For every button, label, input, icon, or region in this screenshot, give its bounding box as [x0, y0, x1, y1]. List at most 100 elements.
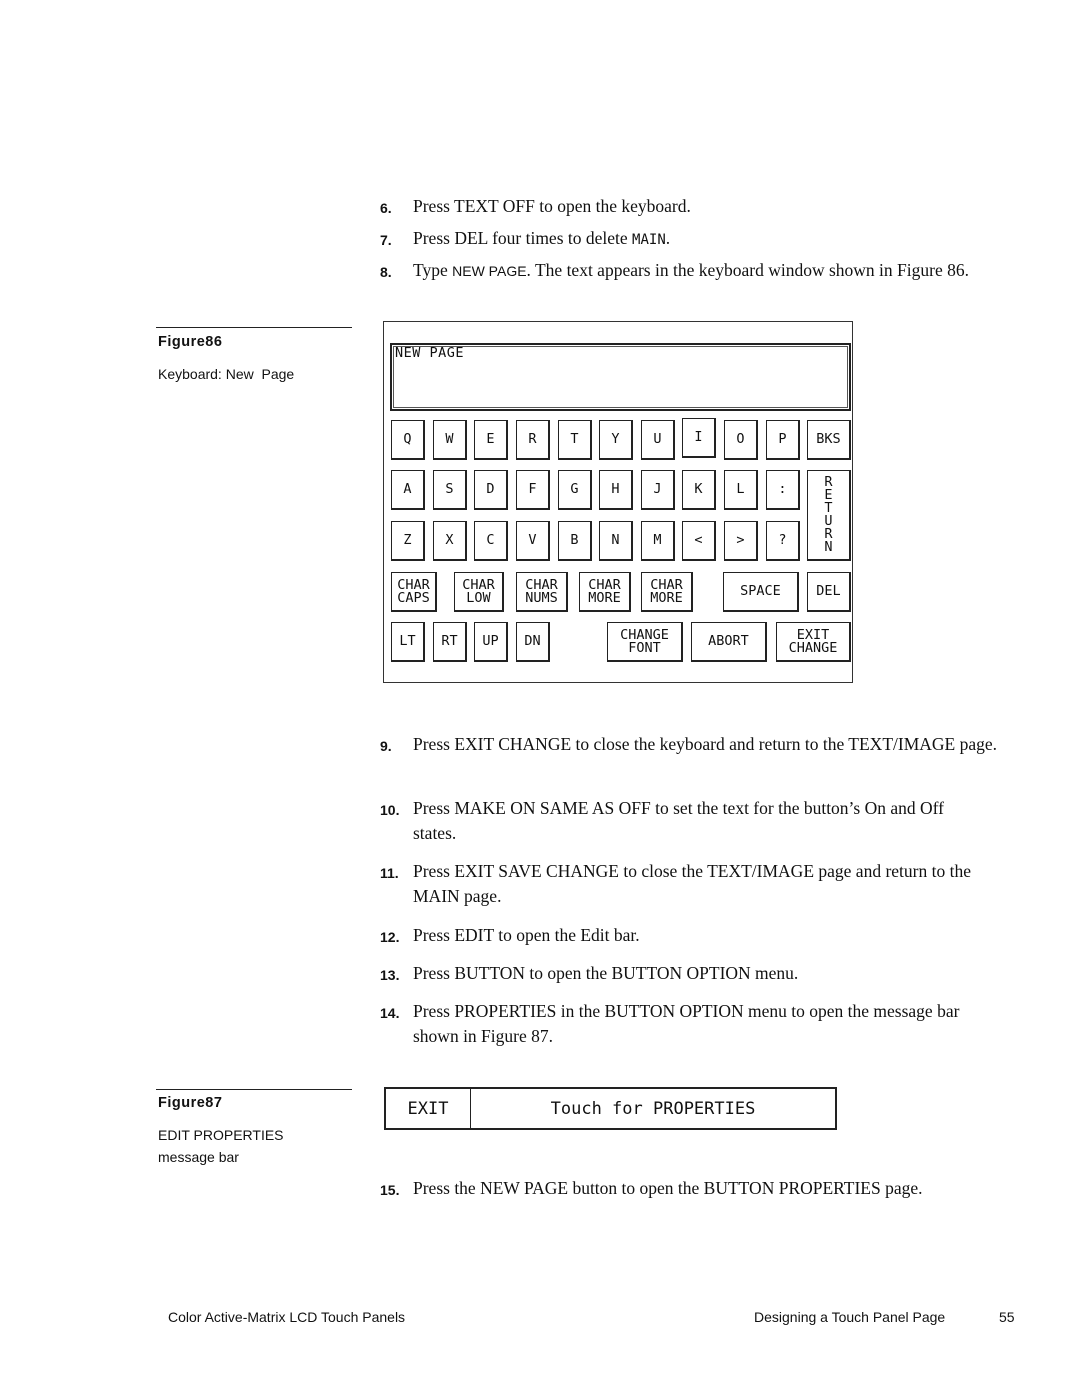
step-6: 6. Press TEXT OFF to open the keyboard.: [380, 194, 1020, 219]
key-f[interactable]: F: [516, 470, 550, 510]
key-char-low[interactable]: CHAR LOW: [454, 572, 504, 612]
figure87-caption-line2: message bar: [158, 1149, 239, 1165]
step-text: Press the NEW PAGE button to open the BU…: [413, 1178, 923, 1198]
step-11: 11. Press EXIT SAVE CHANGE to close the …: [380, 859, 1020, 909]
footer-section-title: Designing a Touch Panel Page: [754, 1309, 946, 1325]
key-p[interactable]: P: [766, 420, 800, 460]
key-x[interactable]: X: [433, 521, 467, 561]
key-char-nums-label: CHAR NUMS: [525, 576, 558, 606]
key-question[interactable]: ?: [766, 521, 800, 561]
key-s[interactable]: S: [433, 470, 467, 510]
key-m-label: M: [653, 532, 662, 548]
key-z[interactable]: Z: [391, 521, 425, 561]
key-right[interactable]: RT: [433, 622, 467, 662]
key-n[interactable]: N: [599, 521, 633, 561]
key-e-label: E: [486, 431, 495, 447]
key-y[interactable]: Y: [599, 420, 633, 460]
key-exit-change[interactable]: EXIT CHANGE: [776, 622, 851, 662]
step-text-post: .: [665, 228, 671, 248]
key-question-label: ?: [778, 532, 787, 548]
key-g[interactable]: G: [558, 470, 592, 510]
key-w[interactable]: W: [433, 420, 467, 460]
key-h-label: H: [611, 481, 620, 497]
step-text: Press DEL four times to delete MAIN.: [413, 226, 1020, 253]
key-b[interactable]: B: [558, 521, 592, 561]
key-q[interactable]: Q: [391, 420, 425, 460]
key-r[interactable]: R: [516, 420, 550, 460]
key-left-label: LT: [399, 633, 416, 649]
key-up[interactable]: UP: [474, 622, 508, 662]
key-up-label: UP: [482, 633, 499, 649]
key-m[interactable]: M: [641, 521, 675, 561]
key-del[interactable]: DEL: [807, 572, 851, 612]
touch-for-properties-button[interactable]: Touch for PROPERTIES: [471, 1089, 835, 1128]
step-15: 15. Press the NEW PAGE button to open th…: [380, 1176, 1020, 1201]
key-h[interactable]: H: [599, 470, 633, 510]
key-char-more-2[interactable]: CHAR MORE: [641, 572, 693, 612]
step-text: Press MAKE ON SAME AS OFF to set the tex…: [413, 798, 944, 843]
key-return[interactable]: R E T U R N: [807, 470, 851, 561]
step-text: Press EXIT SAVE CHANGE to close the TEXT…: [413, 861, 971, 906]
key-char-nums[interactable]: CHAR NUMS: [516, 572, 568, 612]
key-t[interactable]: T: [558, 420, 592, 460]
key-d[interactable]: D: [474, 470, 508, 510]
step-text-pre: Type: [413, 260, 453, 280]
key-j-label: J: [653, 481, 662, 497]
key-backspace-label: BKS: [816, 431, 841, 447]
key-colon[interactable]: :: [766, 470, 800, 510]
key-left[interactable]: LT: [391, 622, 425, 662]
key-q-label: Q: [403, 431, 412, 447]
exit-button[interactable]: EXIT: [386, 1089, 471, 1128]
key-l[interactable]: L: [724, 470, 758, 510]
key-less-than[interactable]: <: [682, 521, 716, 561]
key-w-label: W: [445, 431, 454, 447]
key-c-label: C: [486, 532, 495, 548]
key-n-label: N: [611, 532, 620, 548]
key-i[interactable]: I: [682, 418, 716, 458]
key-backspace[interactable]: BKS: [807, 420, 851, 460]
key-e[interactable]: E: [474, 420, 508, 460]
step-number: 12.: [380, 929, 400, 945]
key-k[interactable]: K: [682, 470, 716, 510]
key-o[interactable]: O: [724, 420, 758, 460]
step-7: 7. Press DEL four times to delete MAIN.: [380, 226, 1020, 253]
key-j[interactable]: J: [641, 470, 675, 510]
key-less-than-label: <: [694, 532, 703, 548]
key-greater-than[interactable]: >: [724, 521, 758, 561]
key-a[interactable]: A: [391, 470, 425, 510]
step-number: 15.: [380, 1182, 400, 1198]
step-text-pre: Press DEL four times to delete: [413, 228, 633, 248]
key-char-more-1-label: CHAR MORE: [588, 576, 621, 606]
key-change-font[interactable]: CHANGE FONT: [607, 622, 683, 662]
key-greater-than-label: >: [736, 532, 745, 548]
key-abort[interactable]: ABORT: [691, 622, 767, 662]
step-14: 14. Press PROPERTIES in the BUTTON OPTIO…: [380, 999, 1020, 1049]
key-u-label: U: [653, 431, 662, 447]
step-text: Press EXIT CHANGE to close the keyboard …: [413, 734, 998, 754]
step-text: Press TEXT OFF to open the keyboard.: [413, 196, 691, 216]
key-char-more-1[interactable]: CHAR MORE: [579, 572, 631, 612]
key-v[interactable]: V: [516, 521, 550, 561]
key-f-label: F: [528, 481, 537, 497]
key-c[interactable]: C: [474, 521, 508, 561]
key-i-label: I: [694, 429, 703, 445]
step-text: Type NEW PAGE. The text appears in the k…: [413, 258, 1020, 284]
key-down[interactable]: DN: [516, 622, 550, 662]
key-char-caps[interactable]: CHAR CAPS: [391, 572, 437, 612]
figure87-rule: [156, 1089, 352, 1090]
key-o-label: O: [736, 431, 745, 447]
keyboard-text-window[interactable]: NEW PAGE: [390, 343, 851, 411]
key-space[interactable]: SPACE: [723, 572, 799, 612]
step-text-post: . The text appears in the keyboard windo…: [526, 260, 969, 280]
typed-text: NEW PAGE: [452, 263, 527, 279]
key-u[interactable]: U: [641, 420, 675, 460]
key-colon-label: :: [778, 481, 787, 497]
key-char-caps-label: CHAR CAPS: [397, 576, 430, 606]
key-z-label: Z: [403, 532, 412, 548]
footer-page-number: 55: [999, 1309, 1015, 1325]
key-right-label: RT: [441, 633, 458, 649]
key-s-label: S: [445, 481, 454, 497]
key-b-label: B: [570, 532, 579, 548]
step-12: 12. Press EDIT to open the Edit bar.: [380, 923, 1020, 948]
key-g-label: G: [570, 481, 579, 497]
